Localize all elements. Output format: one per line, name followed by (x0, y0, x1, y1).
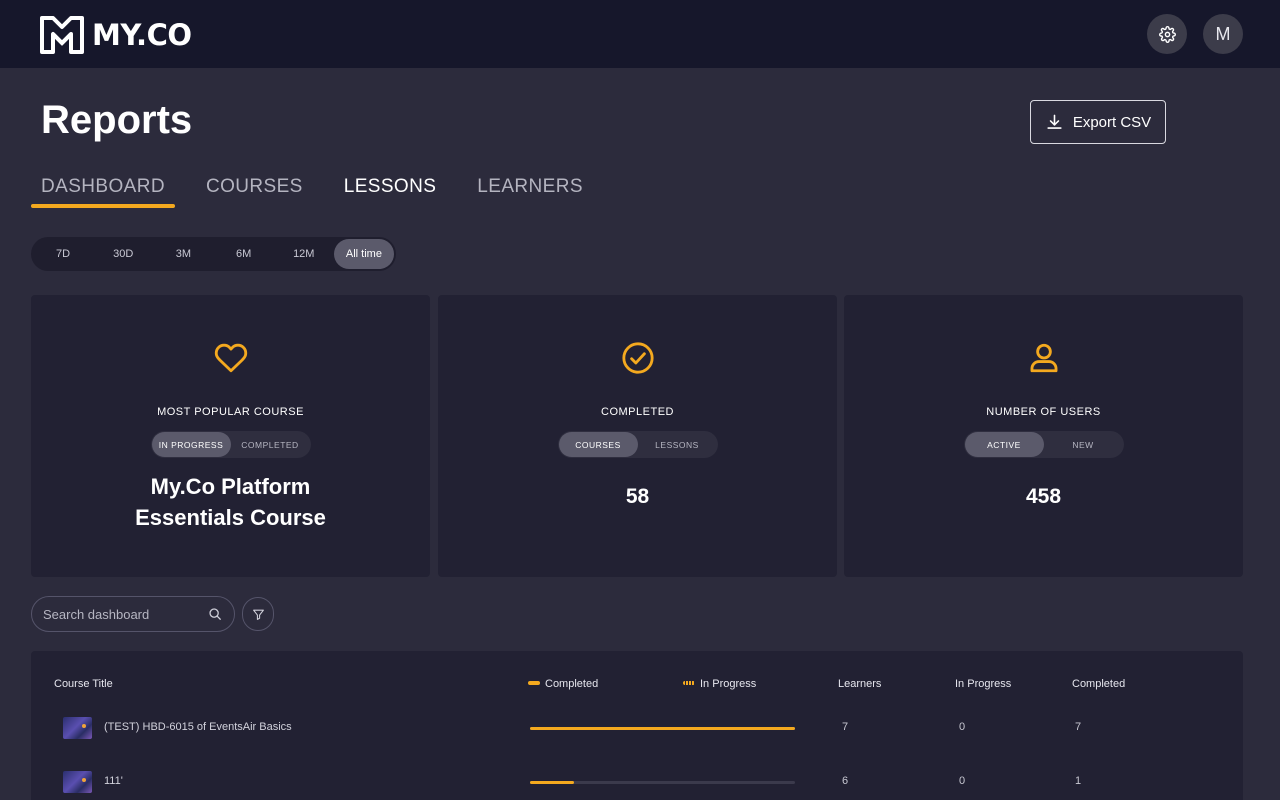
toggle-active[interactable]: ACTIVE (964, 432, 1044, 457)
legend-completed-swatch (528, 681, 540, 686)
filter-icon (252, 609, 264, 620)
page-title: Reports (41, 98, 193, 142)
course-title[interactable]: (TEST) HBD-6015 of EventsAir Basics (104, 721, 292, 733)
card-label: COMPLETED (601, 406, 674, 418)
popular-course-name: My.Co Platform Essentials Course (31, 471, 430, 533)
brand-name: MY.CO (92, 18, 192, 52)
popular-course-line-1: My.Co Platform (150, 474, 311, 499)
legend-in-progress: In Progress (683, 678, 756, 690)
card-label: MOST POPULAR COURSE (157, 406, 304, 418)
range-12m[interactable]: 12M (274, 239, 334, 269)
card-label: NUMBER OF USERS (986, 406, 1101, 418)
learners-count: 6 (842, 775, 849, 787)
number-of-users-card: NUMBER OF USERS ACTIVE NEW 458 (844, 295, 1243, 577)
toggle-new[interactable]: NEW (1044, 432, 1123, 457)
settings-button[interactable] (1147, 14, 1187, 54)
course-title[interactable]: 111' (104, 775, 123, 787)
completed-card: COMPLETED COURSES LESSONS 58 (438, 295, 837, 577)
logo-mark-icon (40, 16, 84, 54)
tab-courses[interactable]: COURSES (196, 174, 313, 208)
check-circle-icon (621, 342, 654, 374)
tab-learners[interactable]: LEARNERS (467, 174, 593, 208)
completed-value: 58 (625, 485, 650, 508)
users-toggle: ACTIVE NEW (963, 431, 1124, 458)
range-all-time[interactable]: All time (333, 239, 395, 269)
toggle-completed[interactable]: COMPLETED (231, 432, 310, 457)
gear-icon (1158, 25, 1176, 43)
col-learners[interactable]: Learners (838, 678, 881, 690)
filter-button[interactable] (242, 597, 274, 631)
completion-bar-fill (530, 727, 795, 730)
col-in-progress[interactable]: In Progress (955, 678, 1011, 690)
range-3m[interactable]: 3M (153, 239, 213, 269)
export-csv-label: Export CSV (1072, 113, 1152, 131)
range-30d[interactable]: 30D (93, 239, 153, 269)
col-completed[interactable]: Completed (1072, 678, 1125, 690)
toggle-in-progress[interactable]: IN PROGRESS (151, 432, 231, 457)
toggle-courses[interactable]: COURSES (558, 432, 638, 457)
table-row[interactable]: 111' 6 0 1 (31, 762, 1243, 800)
completion-bar-track (530, 781, 795, 784)
completed-count: 7 (1075, 721, 1082, 733)
report-tabs: DASHBOARD COURSES LESSONS LEARNERS (31, 174, 614, 210)
legend-completed: Completed (528, 678, 598, 690)
legend-in-progress-label: In Progress (700, 678, 757, 690)
date-range-selector: 7D 30D 3M 6M 12M All time (31, 237, 396, 271)
download-icon (1047, 114, 1062, 129)
users-value: 458 (1025, 485, 1062, 508)
in-progress-count: 0 (959, 775, 966, 787)
popular-toggle: IN PROGRESS COMPLETED (150, 431, 311, 458)
completion-bar-track (530, 727, 795, 730)
completed-count: 1 (1075, 775, 1082, 787)
search-box (31, 596, 235, 632)
heart-icon (214, 343, 247, 373)
popular-course-line-2: Essentials Course (135, 505, 326, 530)
course-thumbnail (63, 771, 92, 793)
legend-completed-label: Completed (545, 678, 599, 690)
learners-count: 7 (842, 721, 849, 733)
col-course-title[interactable]: Course Title (54, 678, 113, 690)
search-icon[interactable] (208, 607, 222, 621)
courses-table: Course Title Completed In Progress Learn… (31, 651, 1243, 800)
range-6m[interactable]: 6M (214, 239, 274, 269)
tab-dashboard[interactable]: DASHBOARD (31, 174, 175, 208)
search-input[interactable] (43, 606, 193, 622)
in-progress-count: 0 (959, 721, 966, 733)
most-popular-course-card: MOST POPULAR COURSE IN PROGRESS COMPLETE… (31, 295, 430, 577)
avatar[interactable]: M (1203, 14, 1243, 54)
range-7d[interactable]: 7D (33, 239, 93, 269)
tab-lessons[interactable]: LESSONS (334, 174, 447, 208)
legend-in-progress-swatch (683, 681, 695, 686)
top-bar: MY.CO M (0, 0, 1280, 68)
course-thumbnail (63, 717, 92, 739)
toggle-lessons[interactable]: LESSONS (638, 432, 717, 457)
completed-toggle: COURSES LESSONS (557, 431, 718, 458)
table-row[interactable]: (TEST) HBD-6015 of EventsAir Basics 7 0 … (31, 708, 1243, 748)
export-csv-button[interactable]: Export CSV (1030, 100, 1166, 144)
completion-bar-fill (530, 781, 575, 784)
logo[interactable]: MY.CO (40, 15, 192, 55)
user-icon (1030, 343, 1057, 373)
